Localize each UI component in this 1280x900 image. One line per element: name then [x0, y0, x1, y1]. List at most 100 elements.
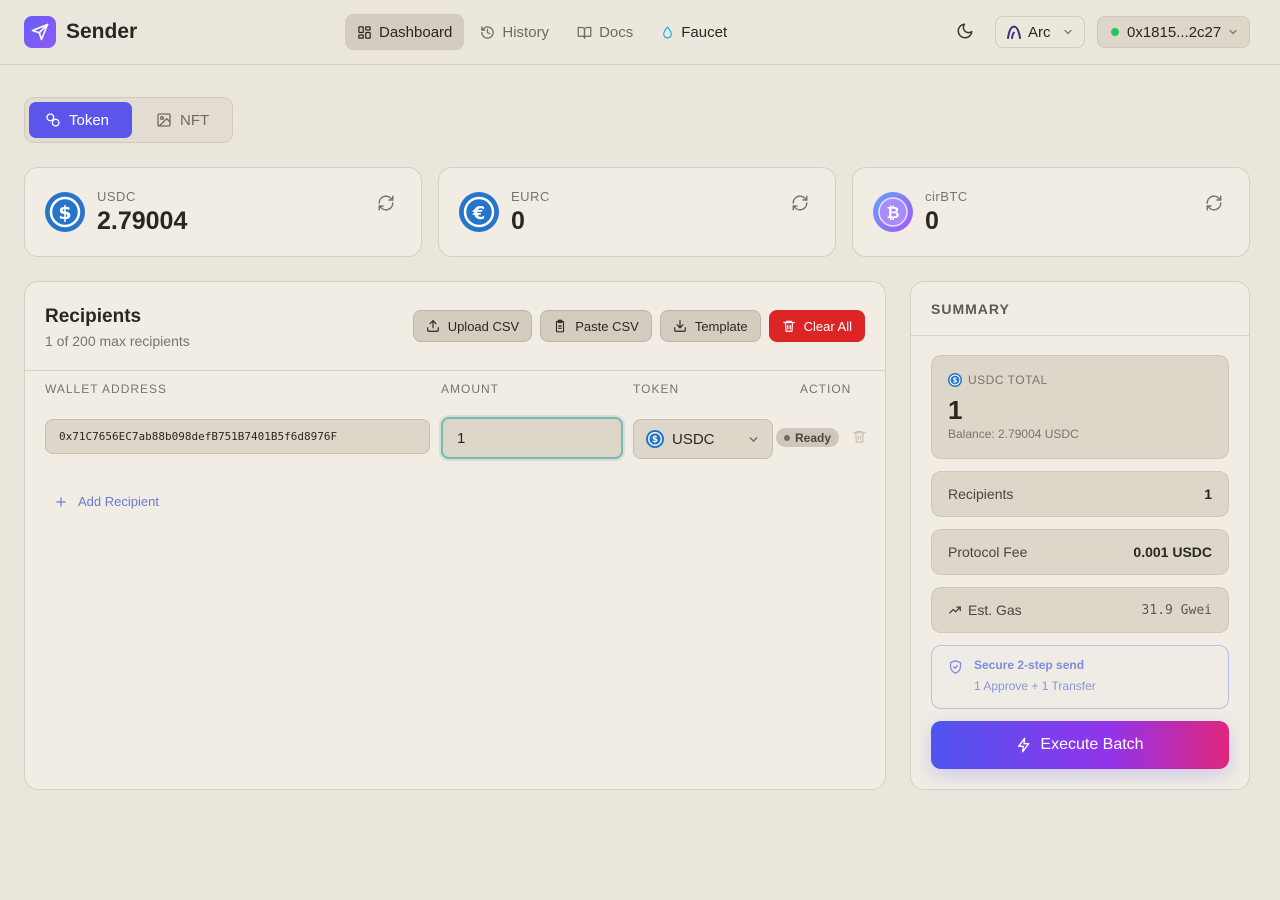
tab-nft[interactable]: NFT: [140, 102, 225, 138]
nav-faucet-label: Faucet: [681, 23, 728, 41]
wallet-select[interactable]: 0x1815...2c27: [1097, 16, 1250, 48]
nav-history-label: History: [502, 23, 550, 41]
usdc-coin-icon: $: [948, 373, 962, 387]
mode-tabs: Token NFT: [24, 97, 233, 143]
network-select[interactable]: Arc: [995, 16, 1085, 48]
send-icon: [24, 16, 56, 48]
network-label: Arc: [1028, 23, 1051, 41]
secure-subtitle: 1 Approve + 1 Transfer: [974, 679, 1096, 693]
status-badge: Ready: [776, 428, 840, 447]
history-icon: [481, 25, 495, 39]
recipients-title: Recipients: [45, 306, 142, 327]
refresh-icon[interactable]: [791, 194, 809, 212]
execute-batch-label: Execute Batch: [1040, 736, 1144, 753]
token-select-label: USDC: [672, 430, 715, 448]
summary-row-fee: Protocol Fee 0.001 USDC: [931, 529, 1229, 575]
column-header-amount: AMOUNT: [441, 382, 499, 396]
total-box: $ USDC TOTAL 1 Balance: 2.79004 USDC: [931, 355, 1229, 459]
upload-csv-button[interactable]: Upload CSV: [412, 310, 533, 342]
svg-text:$: $: [953, 376, 958, 384]
balance-amount: 0: [925, 207, 939, 235]
balance-card-eurc: € EURC 0: [438, 167, 836, 257]
balance-symbol: cirBTC: [925, 189, 968, 204]
moon-icon: [957, 23, 973, 39]
tab-nft-label: NFT: [180, 111, 210, 129]
lightning-icon: [1018, 737, 1030, 753]
tab-token[interactable]: Token: [29, 102, 132, 138]
eurc-coin-icon: €: [459, 192, 499, 232]
nav-dashboard-label: Dashboard: [379, 23, 453, 41]
usdc-coin-icon: $: [646, 430, 664, 448]
chevron-down-icon: [1064, 29, 1072, 35]
nav-dashboard[interactable]: Dashboard: [345, 14, 465, 50]
wallet-address-input[interactable]: 0x71C7656EC7ab88b098defB751B7401B5f6d897…: [45, 419, 430, 454]
paste-csv-label: Paste CSV: [575, 318, 639, 334]
book-icon: [577, 26, 592, 39]
recipients-subtitle: 1 of 200 max recipients: [45, 333, 190, 349]
secure-send-info: Secure 2-step send 1 Approve + 1 Transfe…: [931, 645, 1229, 709]
token-select[interactable]: $ USDC: [633, 419, 773, 459]
summary-title: SUMMARY: [931, 301, 1010, 317]
nav-faucet[interactable]: Faucet: [649, 14, 739, 50]
status-label: Ready: [795, 430, 832, 445]
refresh-icon[interactable]: [1205, 194, 1223, 212]
secure-title: Secure 2-step send: [974, 658, 1085, 672]
clipboard-icon: [556, 319, 565, 333]
fee-value: 0.001 USDC: [1133, 544, 1212, 560]
arc-network-icon: [1007, 25, 1021, 39]
clear-all-button[interactable]: Clear All: [768, 310, 865, 342]
divider: [25, 370, 885, 371]
top-header: Sender Dashboard History Docs Faucet Arc…: [0, 0, 1280, 65]
balance-text: Balance: 2.79004 USDC: [948, 427, 1079, 441]
nav-docs[interactable]: Docs: [565, 14, 645, 50]
trending-up-icon: [949, 606, 961, 614]
nav-history[interactable]: History: [468, 14, 561, 50]
image-icon: [157, 113, 171, 127]
refresh-icon[interactable]: [377, 194, 395, 212]
connected-dot: [1111, 28, 1119, 36]
execute-batch-button[interactable]: Execute Batch: [931, 721, 1229, 769]
chevron-down-icon: [1229, 29, 1237, 35]
theme-toggle[interactable]: [956, 22, 976, 42]
grid-icon: [358, 25, 371, 39]
balance-amount: 0: [511, 207, 525, 235]
main-nav: Dashboard History Docs Faucet: [345, 14, 743, 50]
droplet-icon: [663, 26, 673, 38]
tab-token-label: Token: [69, 111, 110, 129]
upload-icon: [426, 319, 439, 332]
coins-icon: [46, 113, 60, 127]
amount-input[interactable]: 1: [441, 417, 623, 459]
trash-icon: [782, 320, 795, 332]
add-recipient-button[interactable]: Add Recipient: [54, 494, 159, 509]
brand[interactable]: Sender: [24, 16, 137, 48]
svg-text:€: €: [472, 203, 486, 224]
template-label: Template: [694, 318, 748, 334]
brand-name: Sender: [66, 20, 138, 43]
svg-text:₿: ₿: [886, 203, 899, 222]
recipient-actions: Upload CSV Paste CSV Template Clear All: [405, 310, 865, 342]
balance-card-usdc: $ USDC 2.79004: [24, 167, 422, 257]
total-label: USDC TOTAL: [968, 373, 1048, 387]
total-value: 1: [948, 395, 963, 425]
shield-check-icon: [949, 660, 962, 674]
wallet-address-label: 0x1815...2c27: [1127, 23, 1222, 41]
balance-card-cirbtc: ₿ cirBTC 0: [852, 167, 1250, 257]
gas-value: 31.9 Gwei: [1141, 602, 1212, 618]
fee-label: Protocol Fee: [948, 544, 1028, 560]
column-header-wallet: WALLET ADDRESS: [45, 382, 168, 396]
plus-icon: [56, 496, 66, 507]
bitcoin-coin-icon: ₿: [873, 192, 913, 232]
trash-icon[interactable]: [852, 429, 867, 444]
paste-csv-button[interactable]: Paste CSV: [540, 310, 652, 342]
recipients-count-label: Recipients: [948, 486, 1014, 502]
template-button[interactable]: Template: [659, 310, 761, 342]
svg-text:$: $: [652, 435, 658, 445]
recipients-count-value: 1: [1204, 486, 1212, 502]
status-dot: [784, 434, 790, 441]
download-icon: [673, 320, 686, 332]
summary-row-recipients: Recipients 1: [931, 471, 1229, 517]
summary-panel: SUMMARY $ USDC TOTAL 1 Balance: 2.79004 …: [910, 281, 1250, 790]
column-header-action: ACTION: [800, 382, 852, 396]
clear-all-label: Clear All: [803, 318, 852, 334]
divider: [911, 335, 1249, 336]
